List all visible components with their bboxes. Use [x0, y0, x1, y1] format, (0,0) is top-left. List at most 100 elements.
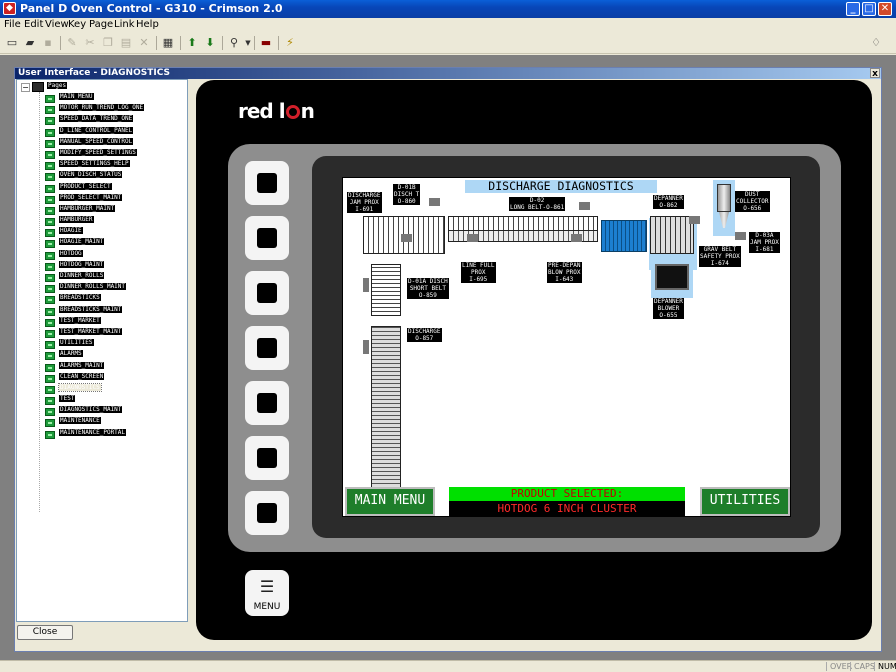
tree-item[interactable]: D_LINE_CONTROL_PANEL [45, 126, 134, 138]
menu-link[interactable]: Link [114, 19, 134, 30]
new-icon[interactable]: ▭ [4, 35, 20, 51]
depanner-conveyor [650, 216, 694, 254]
cut-icon[interactable]: ✂ [82, 35, 98, 51]
copy-icon[interactable]: ❐ [100, 35, 116, 51]
softkey-4[interactable] [245, 326, 289, 370]
tree-item[interactable]: HAMBURGER [45, 216, 94, 227]
save-icon[interactable]: ▪ [40, 35, 56, 51]
close-button[interactable]: Close [17, 625, 73, 640]
pages-icon [32, 82, 44, 92]
device-menu-button[interactable]: ☰ MENU [245, 570, 289, 616]
tree-item[interactable]: HOTDOG_MAINT [45, 260, 105, 272]
open-folder-icon[interactable]: ▰ [22, 35, 38, 51]
tree-item[interactable]: SPEED_DATA_TREND_ONE [45, 115, 134, 126]
toolbar-separator [278, 36, 279, 50]
child-title: User Interface - DIAGNOSTICS x [15, 68, 881, 79]
tree-item[interactable]: HOAGIE_MAINT [45, 238, 105, 249]
window-title: Panel D Oven Control - G310 - Crimson 2.… [20, 2, 283, 15]
softkey-icon [257, 448, 277, 468]
dust-collector-icon [717, 184, 731, 212]
arrow-up-icon[interactable]: ⬆ [184, 35, 200, 51]
tree-item[interactable]: TEST_MARKET_MAINT [45, 327, 123, 339]
tree-item[interactable]: CLEAN_SCREEN [45, 372, 105, 384]
tree-item[interactable]: ALARMS [45, 350, 83, 361]
minimize-button[interactable]: _ [846, 2, 860, 16]
tree-item[interactable]: UTILITIES [45, 339, 94, 350]
maximize-button[interactable]: □ [862, 2, 876, 16]
tree-item[interactable]: HOTDOG [45, 249, 83, 261]
tree-root[interactable]: − Pages [21, 82, 68, 93]
lightning-icon[interactable]: ⚡ [282, 35, 298, 51]
tree-item[interactable]: DIAGNOSTICS_MAINT [45, 406, 123, 417]
tree-item-label: MANUAL_SPEED_CONTROL [59, 137, 134, 145]
collapse-icon[interactable]: − [21, 82, 30, 92]
properties-icon[interactable]: ▦ [160, 35, 176, 51]
tree-item[interactable]: MOTOR_RUN_TREND_LOG_ONE [45, 104, 145, 115]
delete-icon[interactable]: ✕ [136, 35, 152, 51]
softkey-6[interactable] [245, 436, 289, 480]
d03a-label: D-03A JAM PROX I-681 [749, 232, 780, 253]
menu-view[interactable]: View [45, 19, 69, 30]
tree-item[interactable]: DINNER_ROLLS [45, 272, 105, 283]
tree-item[interactable]: TEST [45, 395, 76, 406]
tree-item[interactable]: MAINTENANCE_PORTAL [45, 428, 127, 440]
menu-edit[interactable]: Edit [24, 19, 43, 30]
tree-item[interactable]: PROD_SELECT_MAINT [45, 193, 123, 205]
toolbar-separator [156, 36, 157, 50]
tree-item[interactable]: HOAGIE [45, 227, 83, 238]
tree-item[interactable]: SPEED_SETTINGS_HELP [45, 160, 130, 171]
menu-file[interactable]: File [4, 19, 21, 30]
pencil-icon[interactable]: ✎ [64, 35, 80, 51]
softkey-icon [257, 393, 277, 413]
page-icon [45, 150, 55, 159]
help-balloon-icon[interactable]: ♢ [868, 35, 884, 51]
tree-item[interactable]: OVEN_DISCH_STATUS [45, 171, 123, 182]
tree-item[interactable]: MANUAL_SPEED_CONTROL [45, 137, 134, 149]
tree-item[interactable]: BREADSTICKS_MAINT [45, 305, 123, 317]
softkey-icon [257, 283, 277, 303]
page-icon [45, 184, 55, 193]
softkey-3[interactable] [245, 271, 289, 315]
utilities-button[interactable]: UTILITIES [700, 487, 790, 516]
main-menu-button[interactable]: MAIN MENU [345, 487, 435, 516]
menu-key[interactable]: Key [68, 19, 86, 30]
tree-item[interactable]: DINNER_ROLLS_MAINT [45, 283, 127, 294]
tree-item[interactable]: MODIFY_SPEED_SETTINGS [45, 148, 137, 160]
page-icon [45, 195, 55, 204]
page-icon [45, 329, 55, 338]
child-close-button[interactable]: x [870, 68, 880, 79]
menu-page[interactable]: Page [89, 19, 113, 30]
arrow-down-icon[interactable]: ⬇ [202, 35, 218, 51]
tree-item[interactable]: BREADSTICKS [45, 294, 101, 305]
title-bar: ◆ Panel D Oven Control - G310 - Crimson … [0, 0, 896, 18]
softkey-7[interactable] [245, 491, 289, 535]
close-window-button[interactable]: ✕ [878, 2, 892, 16]
depanner-label: DEPANNER O-862 [653, 195, 684, 209]
softkey-2[interactable] [245, 216, 289, 260]
softkey-5[interactable] [245, 381, 289, 425]
paste-icon[interactable]: ▤ [118, 35, 134, 51]
pages-tree[interactable]: − Pages MAIN_MENU MOTOR_RUN_TREND_LOG_ONE S… [16, 79, 188, 622]
discharge-label: DISCHARGE O-857 [407, 328, 442, 342]
tree-item[interactable]: MAIN_MENU [45, 93, 94, 104]
tree-item-label: HAMBURGER_MAINT [59, 204, 116, 212]
status-bar: OVER CAPS NUM [0, 660, 896, 672]
tree-item[interactable]: MAINTENANCE [45, 417, 101, 428]
tree-item[interactable]: TEST_MARKET [45, 316, 101, 328]
tree-item[interactable]: PRODUCT_SELECT [45, 182, 112, 194]
prox-sensor [429, 198, 440, 206]
page-icon [45, 106, 55, 115]
d02-label: D-02 LONG BELT-O-861 [509, 197, 566, 211]
page-icon [45, 128, 55, 137]
tree-item-label: D_LINE_CONTROL_PANEL [59, 126, 134, 134]
tree-item-label: HOAGIE_MAINT [59, 238, 105, 246]
tree-item[interactable]: HAMBURGER_MAINT [45, 204, 116, 216]
softkey-1[interactable] [245, 161, 289, 205]
hmi-title: DISCHARGE DIAGNOSTICS [465, 180, 657, 193]
screen-icon[interactable]: ▬ [258, 35, 274, 51]
logo-text-b: n [300, 99, 315, 123]
prox-sensor [401, 234, 412, 242]
menu-help[interactable]: Help [136, 19, 159, 30]
tree-item[interactable]: DIAGNOSTICS [45, 382, 102, 395]
tree-item[interactable]: ALARMS_MAINT [45, 361, 105, 373]
